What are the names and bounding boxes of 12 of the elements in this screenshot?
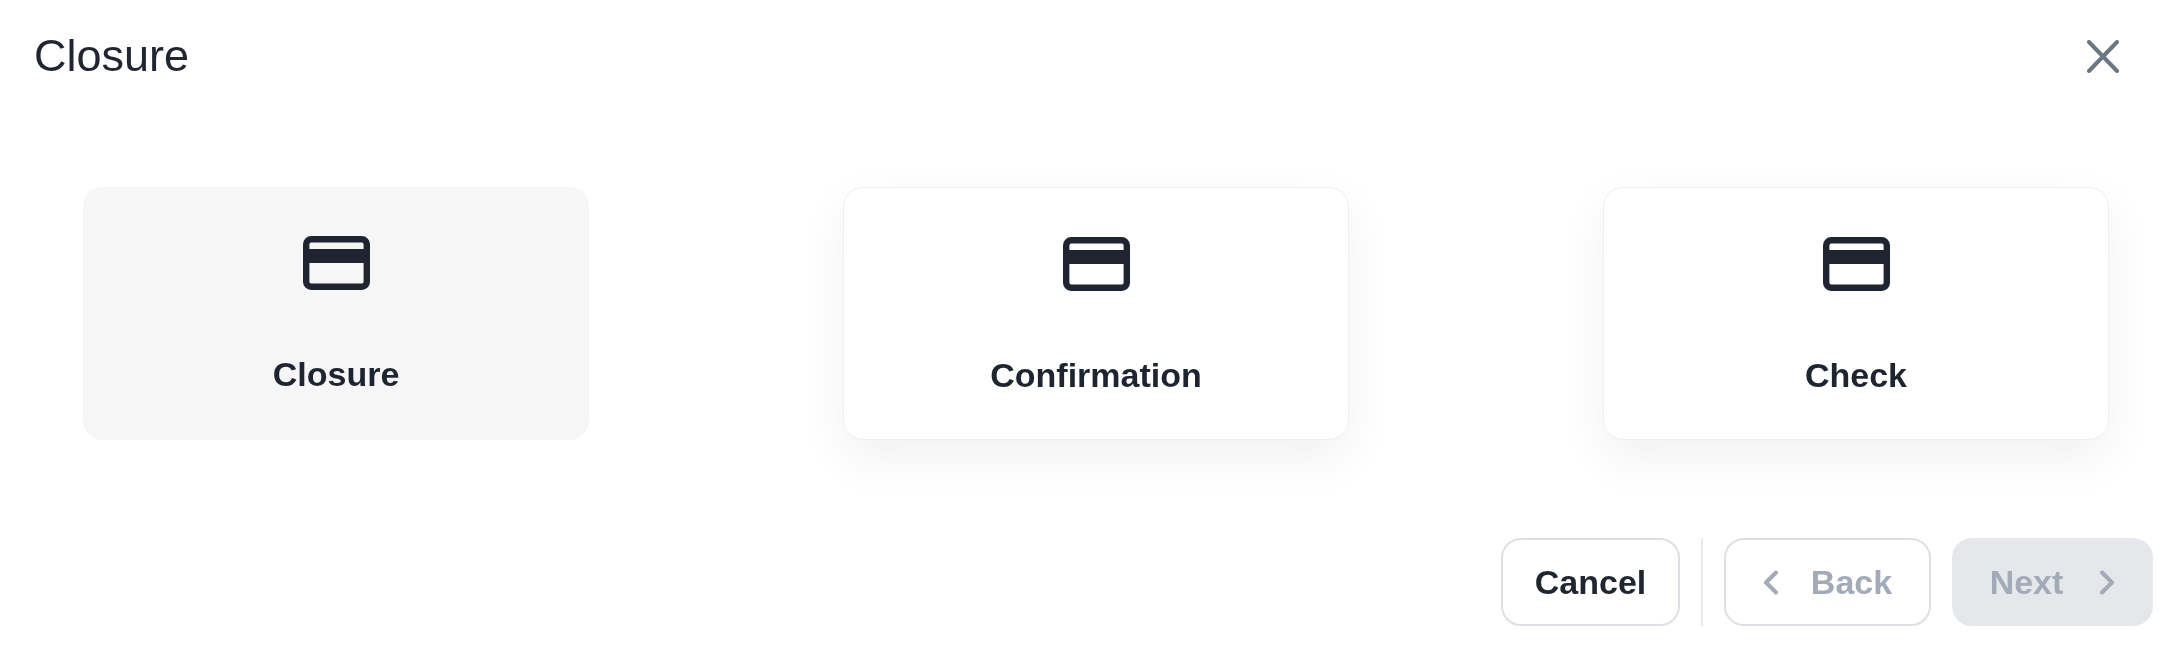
credit-card-icon bbox=[1062, 237, 1130, 291]
chevron-right-icon bbox=[2099, 569, 2116, 595]
option-card[interactable]: Confirmation bbox=[843, 187, 1349, 440]
dialog-title: Closure bbox=[34, 29, 190, 83]
chevron-left-icon bbox=[1762, 569, 1779, 595]
credit-card-icon bbox=[1822, 237, 1890, 291]
credit-card-icon bbox=[302, 236, 370, 290]
cancel-button[interactable]: Cancel bbox=[1501, 538, 1680, 626]
close-icon bbox=[2087, 39, 2119, 73]
option-card[interactable]: Check bbox=[1603, 187, 2109, 440]
option-card[interactable]: Closure bbox=[83, 187, 589, 440]
close-button[interactable] bbox=[2087, 39, 2119, 73]
